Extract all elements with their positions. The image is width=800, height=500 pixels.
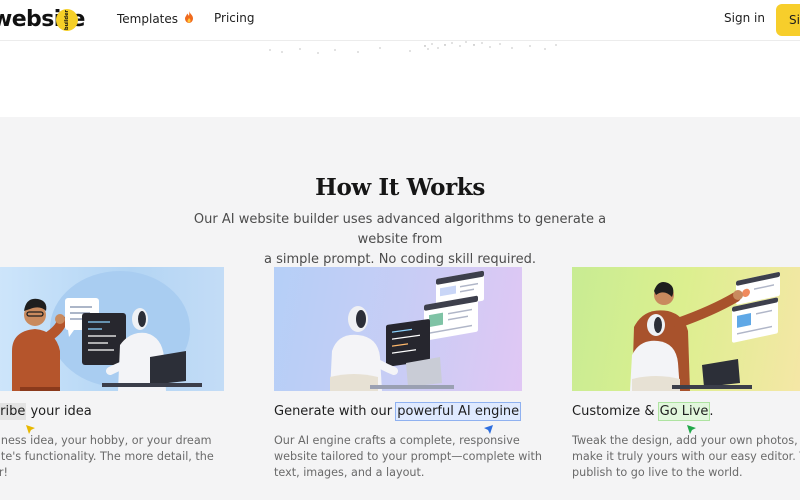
top-navbar: website builder Templates Pricing Sign i… <box>0 0 800 41</box>
desc-line: site's functionality. The more detail, t… <box>0 450 214 463</box>
title-highlight: cribe <box>0 403 27 420</box>
card-title-generate: Generate with our powerful AI engine <box>274 402 522 421</box>
title-text: your idea <box>26 404 92 419</box>
desc-line: publish to go live to the world. <box>572 466 743 479</box>
desc-line: make it truly yours with our easy editor… <box>572 450 800 463</box>
desc-line: er! <box>0 466 8 479</box>
nav-pricing[interactable]: Pricing <box>214 11 254 25</box>
desc-line: website tailored to your prompt—complete… <box>274 450 543 463</box>
fire-icon <box>184 11 194 26</box>
card-desc-generate: Our AI engine crafts a complete, respons… <box>274 433 542 481</box>
nav-templates[interactable]: Templates <box>117 11 194 26</box>
title-highlight: Go Live <box>657 402 711 421</box>
signin-link[interactable]: Sign in <box>724 11 765 25</box>
desc-line: Tweak the design, add your own photos, a… <box>572 434 800 447</box>
title-highlight: powerful AI engine <box>395 402 522 421</box>
desc-line: siness idea, your hobby, or your dream <box>0 434 212 447</box>
desc-line: Our AI engine crafts a complete, respons… <box>274 434 520 447</box>
section-title: How It Works <box>315 174 485 201</box>
card-title-customize: Customize & Go Live. <box>572 402 714 421</box>
nav-templates-label: Templates <box>117 12 179 26</box>
hero-decoration-dots <box>269 41 557 54</box>
customize-illustration <box>572 267 800 391</box>
title-text: Customize & <box>572 404 659 419</box>
subtitle-line: Our AI website builder uses advanced alg… <box>193 212 607 247</box>
logo-badge: builder <box>56 9 78 31</box>
section-subtitle: Our AI website builder uses advanced alg… <box>170 210 630 270</box>
signup-button[interactable]: Si <box>776 4 800 36</box>
card-desc-customize: Tweak the design, add your own photos, a… <box>572 433 800 481</box>
desc-line: text, images, and a layout. <box>274 466 425 479</box>
title-text: Generate with our <box>274 404 397 419</box>
generate-illustration <box>274 267 522 391</box>
card-desc-describe: siness idea, your hobby, or your dream s… <box>0 433 214 481</box>
card-title-describe: cribe your idea <box>0 403 92 420</box>
describe-idea-illustration <box>0 267 224 391</box>
title-text: . <box>709 404 714 419</box>
